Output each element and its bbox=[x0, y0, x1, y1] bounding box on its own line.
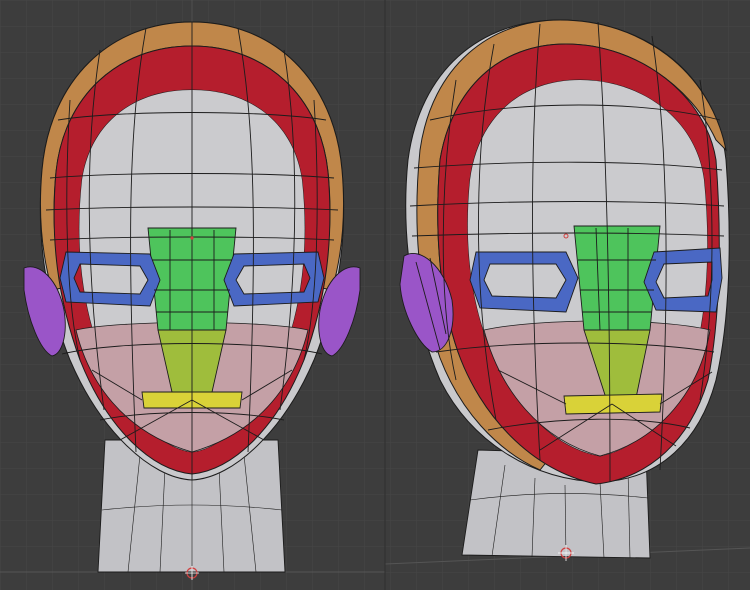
viewport-canvas[interactable] bbox=[0, 0, 750, 590]
3d-viewport[interactable] bbox=[0, 0, 750, 590]
mouth-loop-3q bbox=[563, 393, 663, 415]
3d-cursor-dot bbox=[190, 236, 194, 240]
